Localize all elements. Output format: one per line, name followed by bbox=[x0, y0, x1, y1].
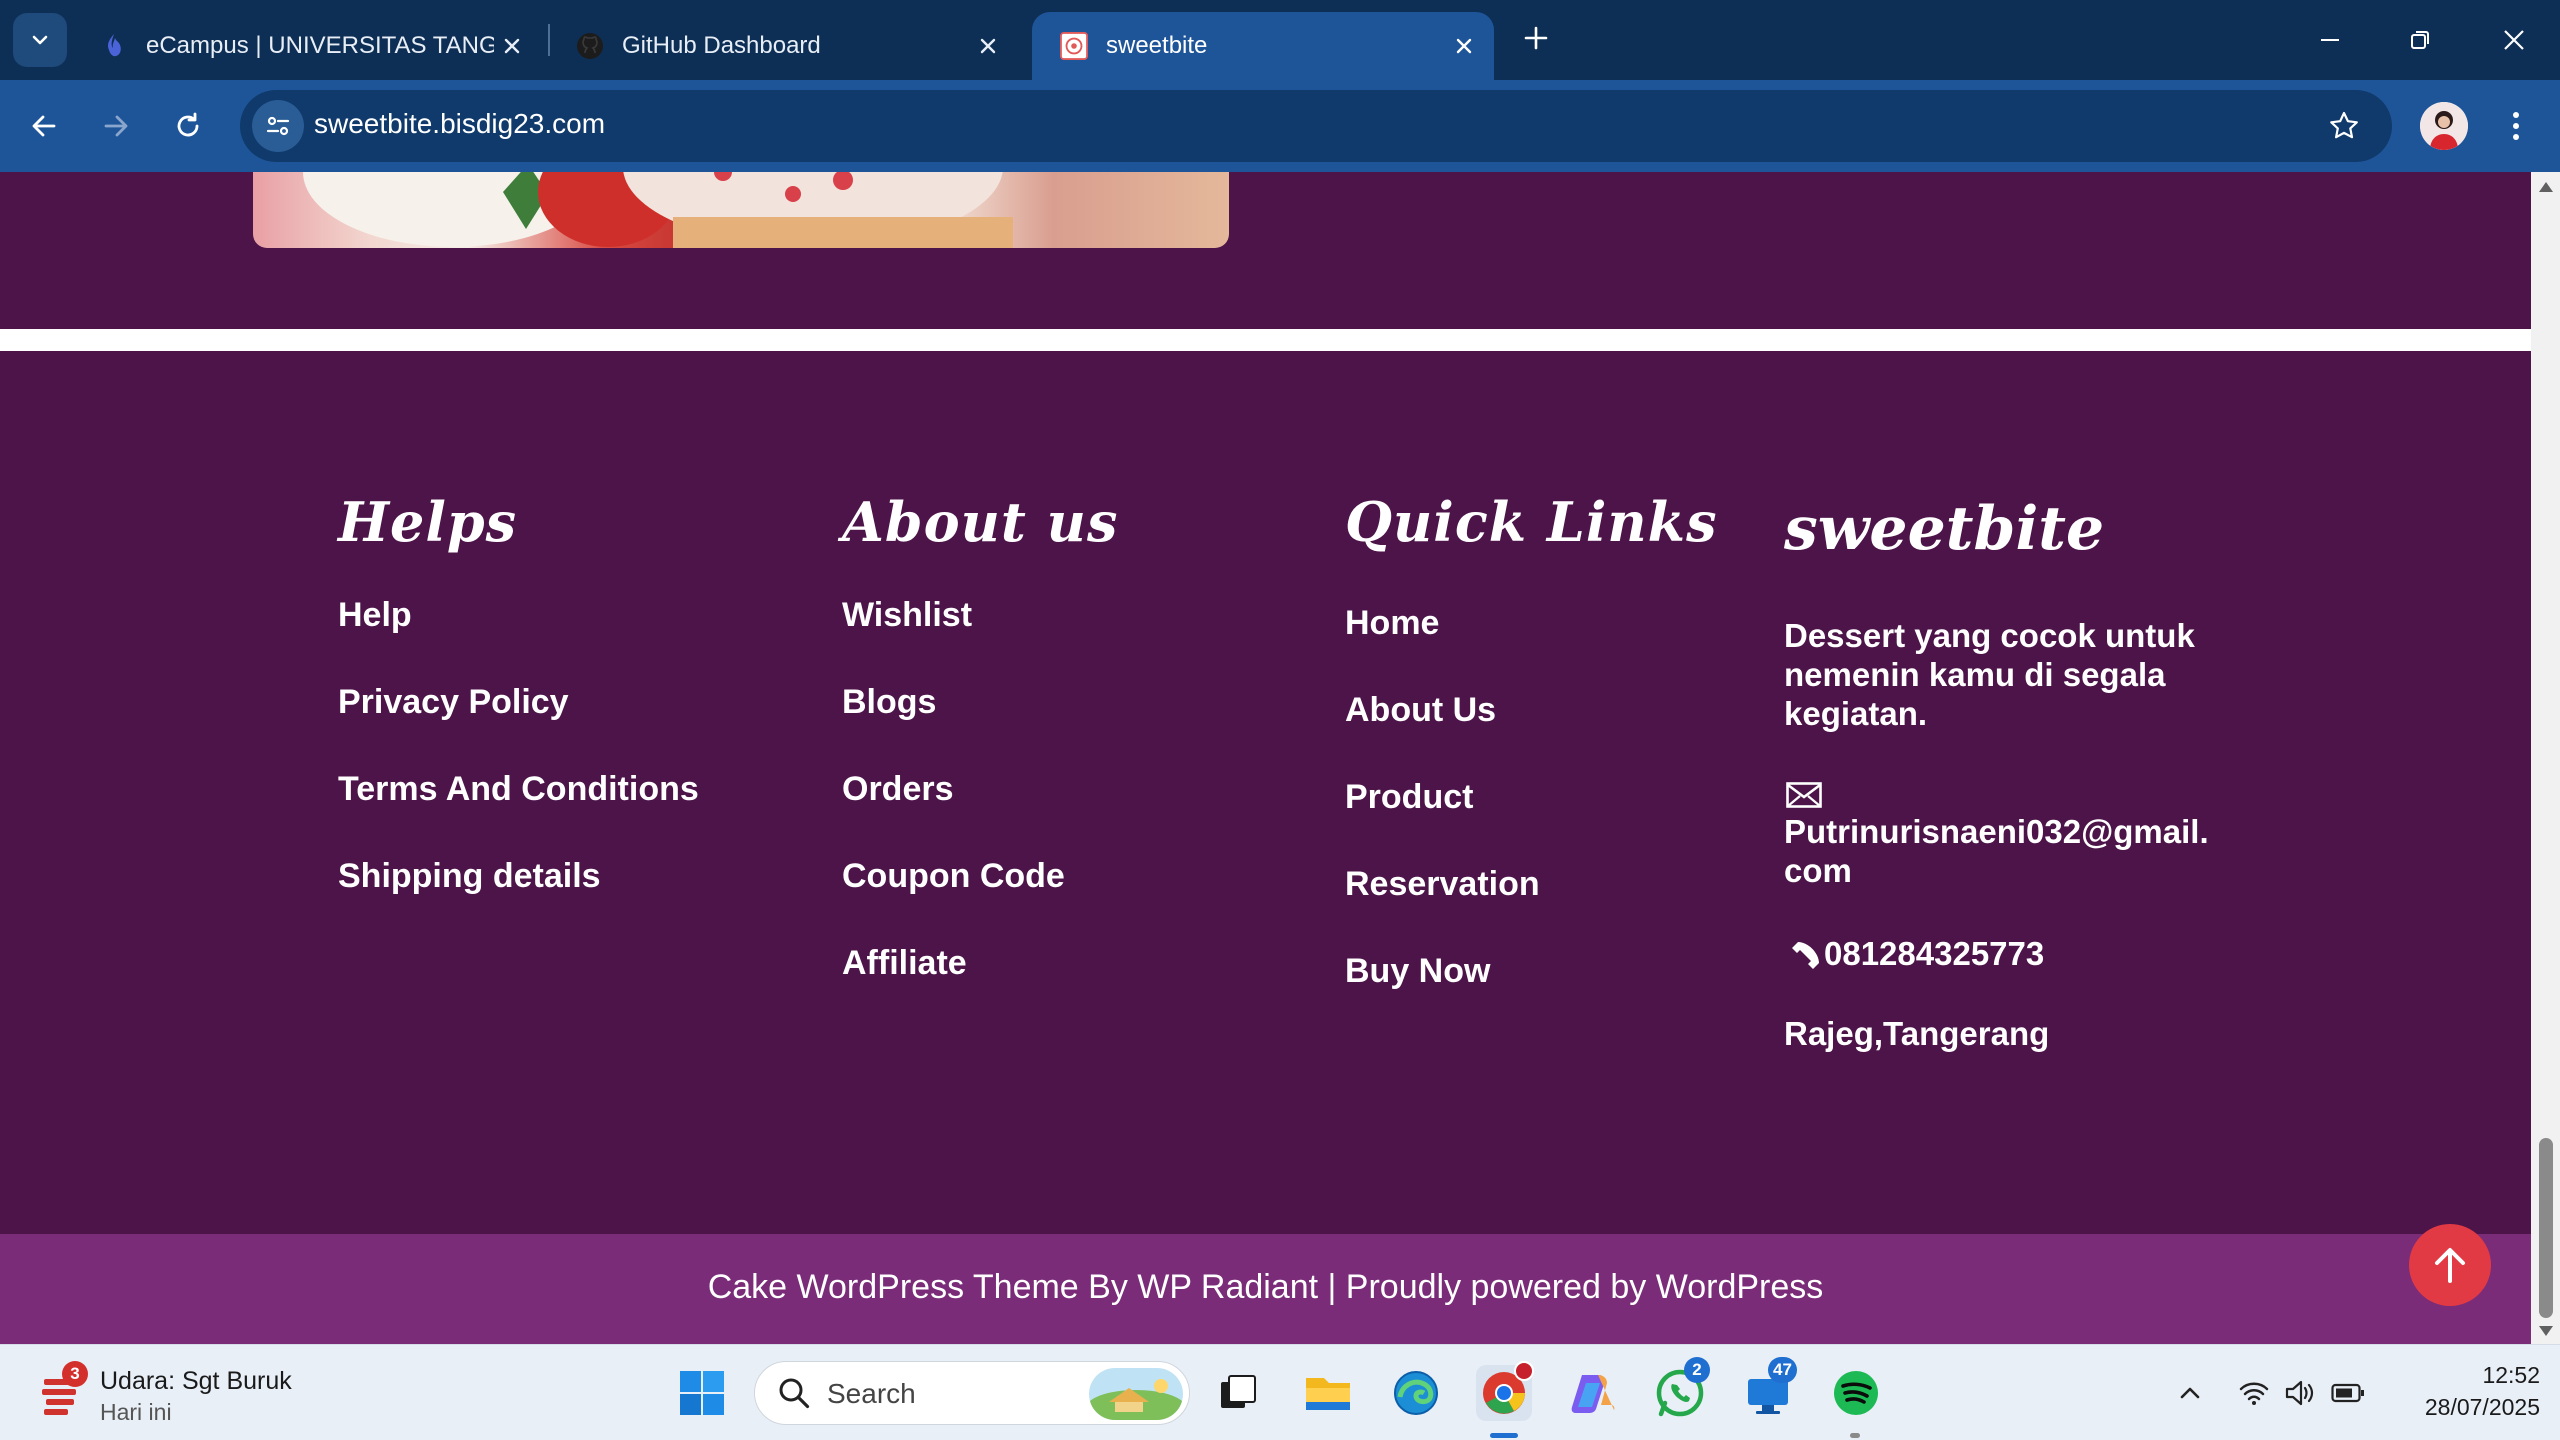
scroll-to-top-button[interactable] bbox=[2409, 1224, 2491, 1306]
ecampus-flame-icon bbox=[100, 32, 128, 60]
tab-github[interactable]: GitHub Dashboard bbox=[548, 12, 1018, 80]
tab-search-chevron-icon[interactable] bbox=[13, 13, 67, 67]
section-divider bbox=[0, 329, 2531, 351]
tab-title: eCampus | UNIVERSITAS TANGE bbox=[146, 32, 494, 59]
github-icon bbox=[576, 32, 604, 60]
spotify-icon[interactable] bbox=[1828, 1365, 1884, 1421]
link-blogs[interactable]: Blogs bbox=[842, 683, 936, 722]
copyright-bar: Cake WordPress Theme By WP Radiant | Pro… bbox=[0, 1234, 2531, 1344]
tab-title: sweetbite bbox=[1106, 32, 1208, 59]
reload-icon[interactable] bbox=[164, 102, 212, 150]
link-about-us[interactable]: About Us bbox=[1345, 691, 1496, 730]
tagline-line: kegiatan. bbox=[1784, 695, 1928, 732]
copyright-text: Cake WordPress Theme By WP Radiant | Pro… bbox=[707, 1268, 1824, 1306]
helps-title: Helps bbox=[338, 490, 518, 554]
edge-browser-icon[interactable] bbox=[1388, 1365, 1444, 1421]
close-tab-icon[interactable] bbox=[970, 28, 1006, 64]
taskbar-search-box[interactable]: Search bbox=[754, 1361, 1190, 1425]
weather-subtitle: Hari ini bbox=[100, 1399, 172, 1425]
phone-icon bbox=[1784, 934, 1822, 972]
search-icon bbox=[777, 1376, 811, 1415]
link-buy-now[interactable]: Buy Now bbox=[1345, 952, 1490, 991]
bookmark-star-icon[interactable] bbox=[2324, 106, 2364, 146]
site-settings-icon[interactable] bbox=[252, 100, 304, 152]
link-shipping-details[interactable]: Shipping details bbox=[338, 857, 601, 896]
tagline-line: Dessert yang cocok untuk bbox=[1784, 617, 2195, 654]
scrollbar-thumb[interactable] bbox=[2539, 1138, 2553, 1318]
close-window-icon[interactable] bbox=[2484, 14, 2544, 66]
sweetbite-favicon bbox=[1060, 32, 1088, 60]
link-home[interactable]: Home bbox=[1345, 604, 1439, 643]
brand-address: Rajeg,Tangerang bbox=[1784, 1015, 2050, 1052]
brand-email[interactable]: Putrinurisnaeni032@gmail. com bbox=[1784, 812, 2209, 890]
brand-title: sweetbite bbox=[1784, 494, 2105, 564]
windows-start-icon[interactable] bbox=[674, 1365, 730, 1421]
clock-date: 28/07/2025 bbox=[2424, 1394, 2540, 1420]
clock-time: 12:52 bbox=[2482, 1362, 2540, 1388]
search-highlight-image bbox=[1089, 1368, 1183, 1420]
scroll-down-arrow-icon[interactable] bbox=[2538, 1324, 2554, 1342]
restore-window-icon[interactable] bbox=[2390, 14, 2450, 66]
link-orders[interactable]: Orders bbox=[842, 770, 954, 809]
link-reservation[interactable]: Reservation bbox=[1345, 865, 1540, 904]
whatsapp-badge: 2 bbox=[1684, 1357, 1710, 1383]
browser-tab-strip: eCampus | UNIVERSITAS TANGE GitHub Dashb… bbox=[0, 0, 2560, 80]
arrow-up-icon bbox=[2435, 1248, 2465, 1283]
link-coupon-code[interactable]: Coupon Code bbox=[842, 857, 1065, 896]
brand-tagline: Dessert yang cocok untuk nemenin kamu di… bbox=[1784, 616, 2195, 733]
link-help[interactable]: Help bbox=[338, 596, 412, 635]
page-scrollbar[interactable] bbox=[2531, 172, 2560, 1344]
back-arrow-icon[interactable] bbox=[20, 102, 68, 150]
page-content: Helps Help Privacy Policy Terms And Cond… bbox=[0, 172, 2531, 1344]
dessert-photo bbox=[253, 172, 1229, 248]
scroll-up-arrow-icon[interactable] bbox=[2538, 180, 2554, 198]
copilot-icon[interactable] bbox=[1564, 1365, 1620, 1421]
quick-links-title: Quick Links bbox=[1345, 490, 1718, 554]
file-explorer-icon[interactable] bbox=[1300, 1365, 1356, 1421]
chrome-icon[interactable] bbox=[1476, 1361, 1534, 1421]
forward-arrow-icon[interactable] bbox=[92, 102, 140, 150]
taskbar-clock[interactable]: 12:52 28/07/2025 bbox=[2380, 1359, 2540, 1423]
link-product[interactable]: Product bbox=[1345, 778, 1473, 817]
chrome-profile-badge bbox=[1514, 1361, 1534, 1381]
tab-title: GitHub Dashboard bbox=[622, 32, 821, 59]
link-wishlist[interactable]: Wishlist bbox=[842, 596, 972, 635]
browser-toolbar: sweetbite.bisdig23.com bbox=[0, 80, 2560, 172]
active-app-indicator bbox=[1490, 1433, 1518, 1438]
minimize-window-icon[interactable] bbox=[2300, 14, 2360, 66]
search-label: Search bbox=[827, 1378, 916, 1409]
link-affiliate[interactable]: Affiliate bbox=[842, 944, 967, 983]
whatsapp-icon[interactable]: 2 bbox=[1652, 1357, 1710, 1421]
task-view-icon[interactable] bbox=[1210, 1365, 1266, 1421]
weather-badge: 3 bbox=[62, 1361, 88, 1387]
windows-taskbar: 3 Udara: Sgt Buruk Hari ini Search 2 47 … bbox=[0, 1344, 2560, 1440]
remote-desktop-badge: 47 bbox=[1768, 1357, 1797, 1383]
new-tab-plus-icon[interactable] bbox=[1516, 18, 1556, 58]
brand-phone[interactable]: 081284325773 bbox=[1824, 934, 2044, 973]
close-tab-icon[interactable] bbox=[494, 28, 530, 64]
running-app-indicator bbox=[1850, 1433, 1860, 1438]
close-tab-icon[interactable] bbox=[1446, 28, 1482, 64]
email-line: com bbox=[1784, 852, 1852, 889]
profile-avatar[interactable] bbox=[2420, 102, 2468, 150]
url-text[interactable]: sweetbite.bisdig23.com bbox=[314, 108, 605, 140]
link-terms-and-conditions[interactable]: Terms And Conditions bbox=[338, 770, 699, 809]
weather-widget[interactable]: 3 Udara: Sgt Buruk Hari ini bbox=[36, 1361, 336, 1425]
battery-icon[interactable] bbox=[2320, 1365, 2376, 1421]
address-bar[interactable]: sweetbite.bisdig23.com bbox=[240, 90, 2392, 162]
browser-menu-icon[interactable] bbox=[2496, 102, 2536, 150]
remote-desktop-icon[interactable]: 47 bbox=[1740, 1357, 1797, 1421]
about-title: About us bbox=[842, 490, 1119, 554]
envelope-icon bbox=[1786, 782, 1822, 808]
tab-sweetbite[interactable]: sweetbite bbox=[1032, 12, 1494, 80]
tagline-line: nemenin kamu di segala bbox=[1784, 656, 2166, 693]
link-privacy-policy[interactable]: Privacy Policy bbox=[338, 683, 569, 722]
weather-title: Udara: Sgt Buruk bbox=[100, 1367, 292, 1395]
tab-ecampus[interactable]: eCampus | UNIVERSITAS TANGE bbox=[72, 12, 542, 80]
email-line: Putrinurisnaeni032@gmail. bbox=[1784, 813, 2209, 850]
show-hidden-icons-chevron[interactable] bbox=[2162, 1365, 2218, 1421]
